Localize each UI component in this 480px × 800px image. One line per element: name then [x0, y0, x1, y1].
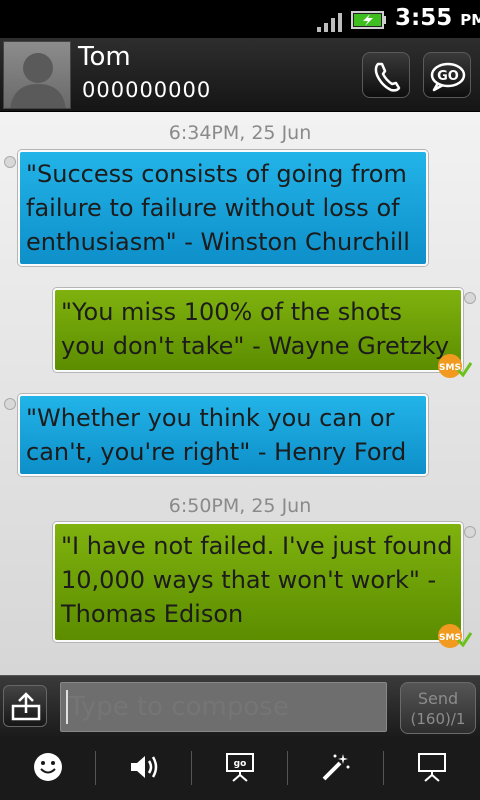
bubble-pin-icon	[464, 526, 476, 538]
sound-button[interactable]	[96, 737, 191, 800]
go-icon: GO	[430, 62, 466, 92]
compose-bar: Send (160)/1	[0, 675, 480, 737]
text-caret	[66, 690, 68, 724]
magic-wand-button[interactable]	[288, 737, 383, 800]
avatar[interactable]	[3, 41, 71, 109]
smiley-icon	[34, 753, 62, 781]
message-line: failure to failure without loss of	[26, 194, 400, 222]
go-slideshow-icon: go	[226, 753, 254, 782]
bubble-pin-icon	[4, 156, 16, 168]
go-slideshow-button[interactable]: go	[192, 737, 287, 800]
go-slideshow-label: go	[234, 759, 247, 769]
bubble-pin-icon	[4, 398, 16, 410]
person-silhouette-icon	[10, 53, 66, 108]
battery-charging-icon	[351, 11, 386, 29]
magic-wand-icon	[322, 754, 350, 781]
compose-input[interactable]	[60, 682, 387, 732]
message-bubble-outgoing[interactable]: "I have not failed. I've just found 10,0…	[53, 522, 463, 642]
contact-name: Tom	[78, 42, 131, 72]
go-icon-label: GO	[437, 69, 459, 84]
send-button[interactable]: Send (160)/1	[400, 682, 476, 734]
conversation-thread[interactable]: 6:34PM, 25 Jun "Success consists of goin…	[0, 112, 480, 675]
contact-number: 000000000	[82, 78, 212, 102]
send-label: Send	[417, 689, 459, 708]
bottom-toolbar: go	[0, 737, 480, 800]
signal-icon	[317, 13, 342, 32]
attach-button[interactable]	[3, 685, 47, 727]
slideshow-icon	[418, 753, 446, 782]
message-line: "Whether you think you can or	[26, 404, 395, 432]
message-bubble-outgoing[interactable]: "You miss 100% of the shots you don't ta…	[53, 288, 463, 372]
attach-icon	[11, 692, 41, 721]
message-bubble-incoming[interactable]: "Whether you think you can or can't, you…	[18, 394, 428, 476]
go-button[interactable]: GO	[423, 52, 471, 98]
message-line: Thomas Edison	[61, 600, 244, 628]
bubble-pin-icon	[464, 292, 476, 304]
status-bar: 3:55 PM	[0, 0, 480, 38]
contact-header: Tom 000000000 GO	[0, 38, 480, 112]
message-line: can't, you're right" - Henry Ford	[26, 438, 407, 466]
message-line: "I have not failed. I've just found	[61, 532, 453, 560]
call-button[interactable]	[362, 52, 410, 98]
message-bubble-incoming[interactable]: "Success consists of going from failure …	[18, 150, 428, 266]
timestamp: 6:50PM, 25 Jun	[168, 495, 312, 517]
volume-icon	[131, 756, 158, 778]
clock-ampm: PM	[460, 11, 480, 29]
message-line: "Success consists of going from	[26, 160, 407, 188]
message-line: you don't take" - Wayne Gretzky	[61, 332, 450, 360]
timestamp: 6:34PM, 25 Jun	[168, 122, 312, 144]
message-line: 10,000 ways that won't work" -	[61, 566, 437, 594]
clock-time: 3:55	[395, 5, 453, 31]
slideshow-button[interactable]	[384, 737, 479, 800]
sms-sent-icon: SMS	[438, 624, 472, 648]
insert-smiley-button[interactable]	[0, 737, 95, 800]
sms-sent-icon: SMS	[438, 354, 472, 378]
message-line: "You miss 100% of the shots	[61, 298, 403, 326]
message-line: enthusiasm" - Winston Churchill	[26, 228, 410, 256]
status-clock: 3:55 PM	[395, 5, 480, 31]
phone-icon	[374, 62, 401, 92]
character-count: (160)/1	[410, 710, 466, 728]
